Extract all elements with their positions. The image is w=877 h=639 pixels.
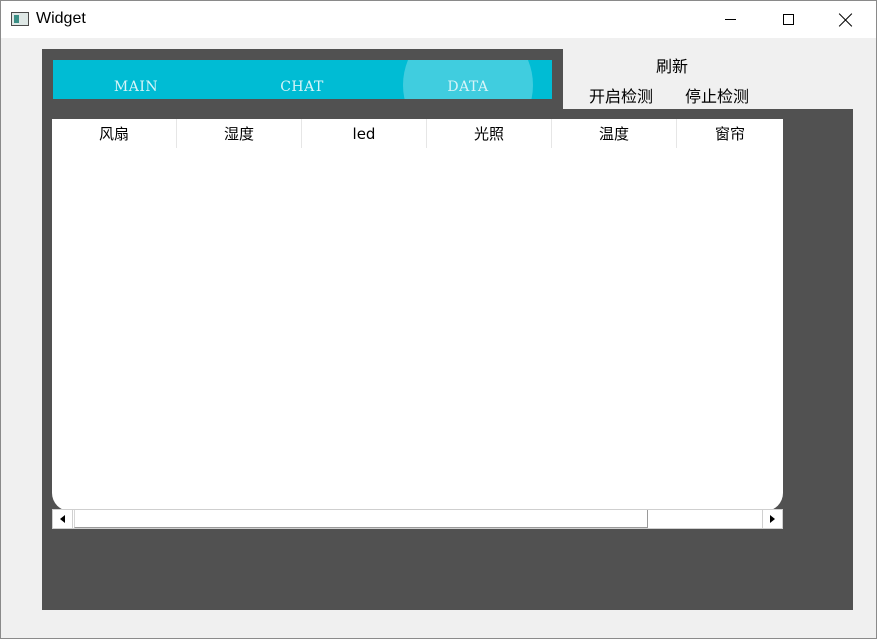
scroll-right-button[interactable] <box>762 510 782 528</box>
stop-detection-button[interactable]: 停止检测 <box>685 83 749 107</box>
maximize-icon <box>782 14 794 25</box>
column-header-humidity[interactable]: 湿度 <box>177 119 302 148</box>
arrow-right-icon <box>770 515 775 523</box>
tab-chat[interactable]: CHAT <box>219 60 385 99</box>
column-header-curtain[interactable]: 窗帘 <box>677 119 783 148</box>
nav-tab-bar: MAIN CHAT DATA <box>53 60 552 99</box>
start-detection-button[interactable]: 开启检测 <box>589 83 653 107</box>
app-window: Widget MAIN CHAT DATA 刷新 开启检测 停止检测 风扇 湿度… <box>0 0 877 639</box>
content-panel: 风扇 湿度 led 光照 温度 窗帘 <box>42 109 853 610</box>
column-header-light[interactable]: 光照 <box>427 119 552 148</box>
column-header-led[interactable]: led <box>302 119 427 148</box>
arrow-left-icon <box>60 515 65 523</box>
window-title: Widget <box>36 10 86 27</box>
minimize-icon <box>724 19 736 20</box>
tab-data[interactable]: DATA <box>385 60 551 99</box>
close-button[interactable] <box>817 1 875 38</box>
scrollbar-thumb[interactable] <box>74 510 648 528</box>
app-icon <box>11 12 29 26</box>
horizontal-scrollbar[interactable] <box>52 509 783 529</box>
title-bar[interactable]: Widget <box>1 1 876 38</box>
maximize-button[interactable] <box>759 1 817 38</box>
table-body[interactable] <box>52 119 783 511</box>
column-header-fan[interactable]: 风扇 <box>52 119 177 148</box>
column-header-temperature[interactable]: 温度 <box>552 119 677 148</box>
minimize-button[interactable] <box>701 1 759 38</box>
tab-main[interactable]: MAIN <box>53 60 219 99</box>
table-header: 风扇 湿度 led 光照 温度 窗帘 <box>52 119 783 148</box>
refresh-button[interactable]: 刷新 <box>656 53 688 77</box>
scroll-left-button[interactable] <box>53 510 73 528</box>
data-table[interactable]: 风扇 湿度 led 光照 温度 窗帘 <box>52 119 783 529</box>
nav-panel: MAIN CHAT DATA <box>42 49 563 109</box>
close-icon <box>839 13 853 27</box>
